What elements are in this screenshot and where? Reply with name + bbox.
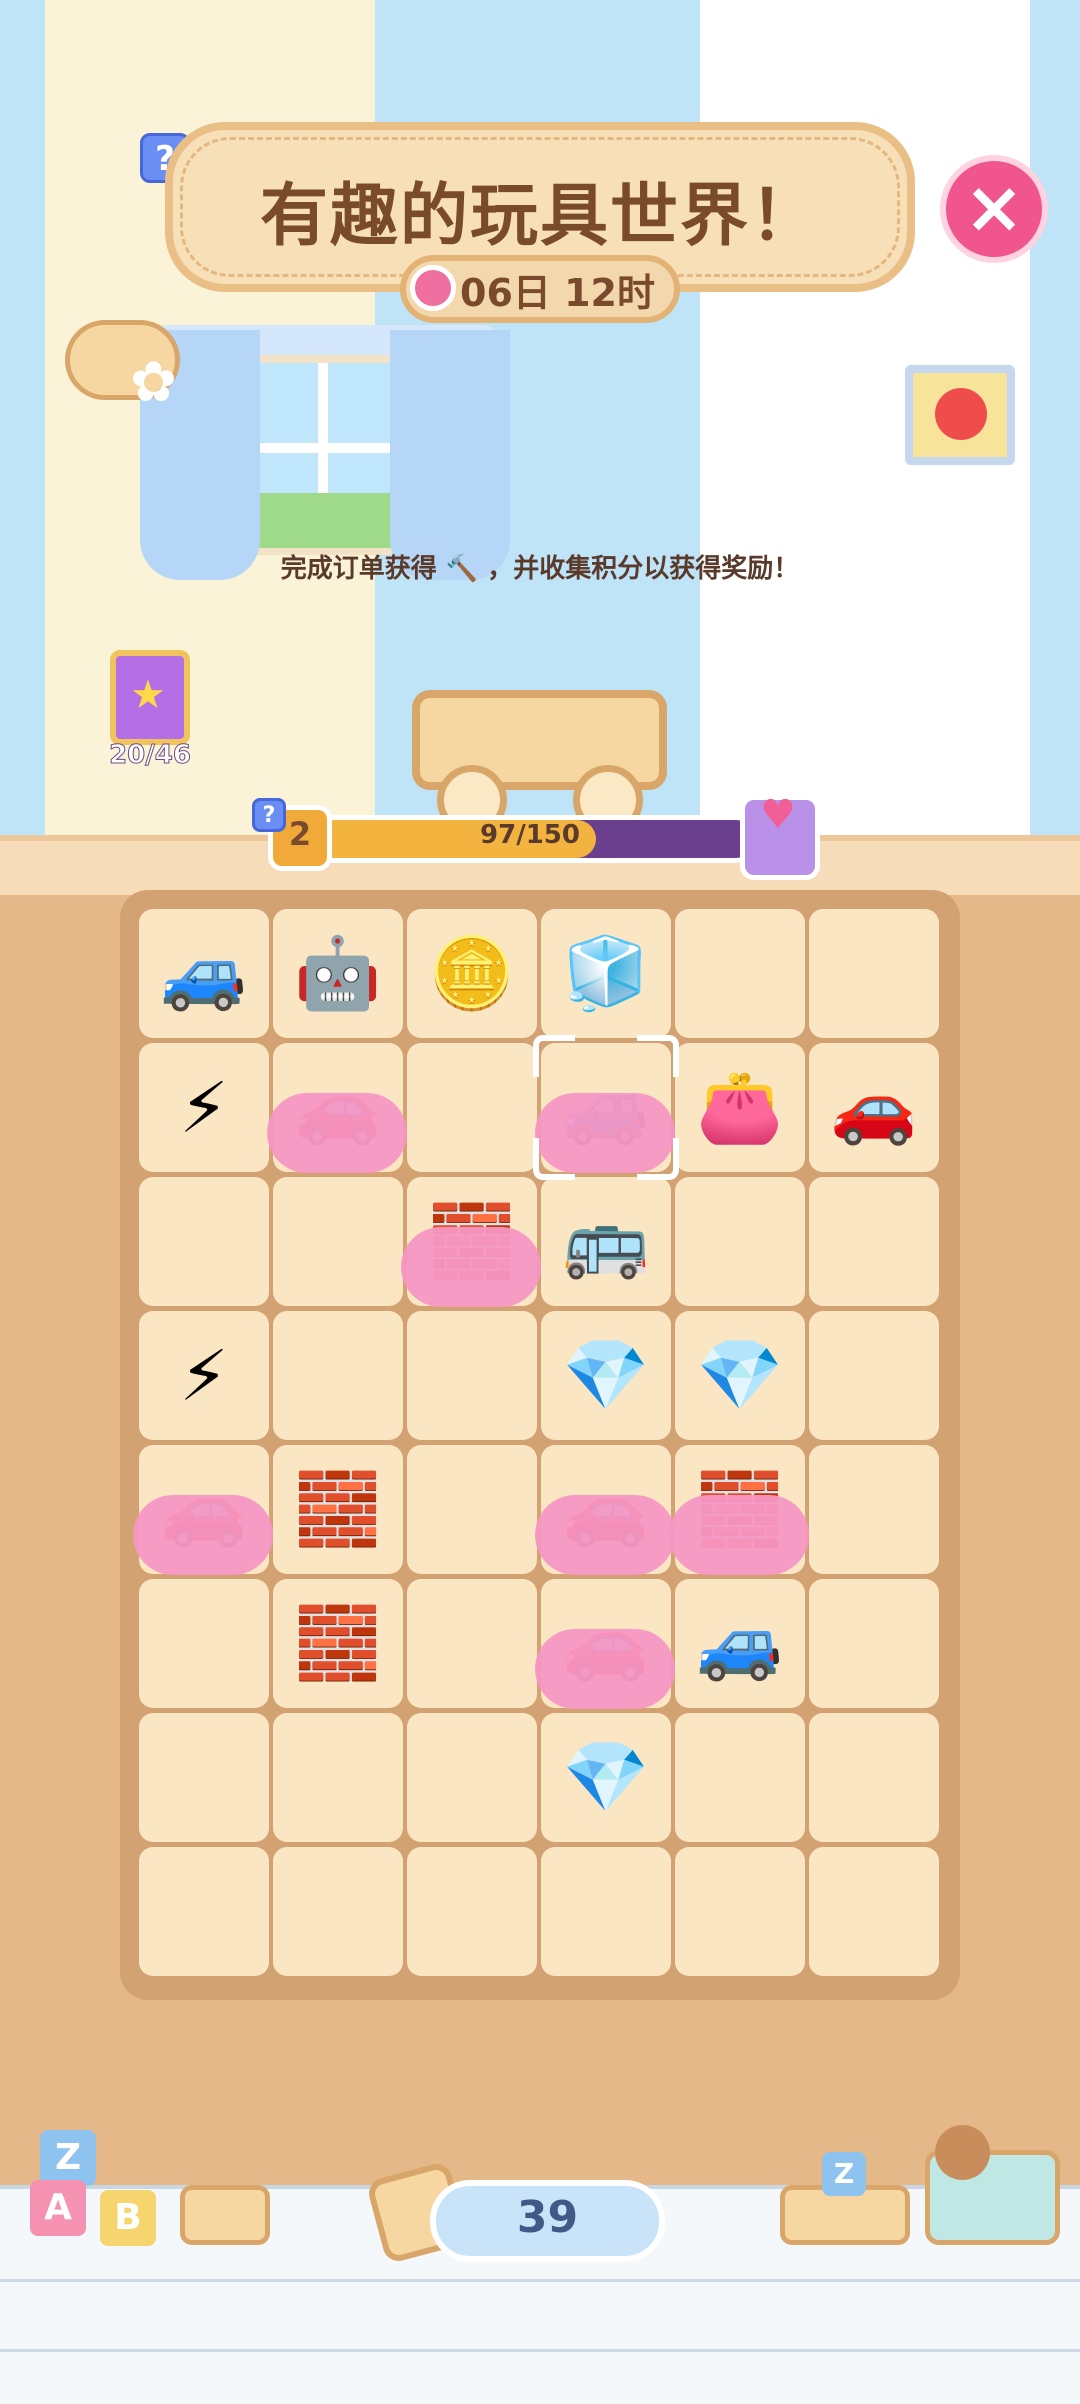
purple-bow-purse[interactable]: 👛 bbox=[675, 1043, 805, 1172]
flower-icon: ✿ bbox=[130, 350, 177, 415]
lightning-energy[interactable]: ⚡ bbox=[139, 1043, 269, 1172]
blue-toy-car-icon: 🚙 bbox=[160, 932, 248, 1014]
event-title: 有趣的玩具世界！ bbox=[259, 177, 820, 256]
board-cell[interactable] bbox=[809, 1311, 939, 1440]
building-blocks[interactable]: 🧱 bbox=[273, 1445, 403, 1574]
robot-toy-icon: 🤖 bbox=[294, 932, 382, 1014]
floor-line bbox=[0, 2349, 1080, 2352]
board-cell[interactable] bbox=[809, 1579, 939, 1708]
green-toy-bus-icon: 🚌 bbox=[562, 1200, 650, 1282]
pink-gems-icon: 💎 bbox=[562, 1334, 650, 1416]
pink-cloud-cover bbox=[267, 1093, 407, 1173]
purple-bow-purse-icon: 👛 bbox=[696, 1066, 784, 1148]
board-cell[interactable] bbox=[809, 909, 939, 1038]
covered-red-blocks[interactable]: 🧱 bbox=[669, 1445, 809, 1575]
green-toy-car-icon: 🚗 bbox=[830, 1066, 918, 1148]
pink-cloud-cover bbox=[535, 1629, 675, 1709]
toy-block-b: B bbox=[100, 2190, 156, 2246]
blue-toy-car[interactable]: 🚙 bbox=[139, 909, 269, 1038]
board-cell[interactable] bbox=[675, 1713, 805, 1842]
covered-blue-car[interactable]: 🚙 bbox=[533, 1035, 679, 1180]
board-cell[interactable] bbox=[407, 1311, 537, 1440]
curtain-right bbox=[390, 330, 510, 580]
board-cell[interactable] bbox=[809, 1713, 939, 1842]
lightning-energy-icon: ⚡ bbox=[179, 1066, 229, 1149]
shape-sorter-cube-icon: 🧊 bbox=[562, 932, 650, 1014]
selection-corner bbox=[637, 1035, 679, 1077]
covered-green-car[interactable]: 🚗 bbox=[535, 1445, 675, 1575]
robot-toy[interactable]: 🤖 bbox=[273, 909, 403, 1038]
pink-gem[interactable]: 💎 bbox=[541, 1713, 671, 1842]
board-cell[interactable] bbox=[139, 1847, 269, 1976]
pink-cloud-cover bbox=[133, 1495, 273, 1575]
shape-sorter-cube[interactable]: 🧊 bbox=[541, 909, 671, 1038]
board-cell[interactable] bbox=[675, 1847, 805, 1976]
pink-gem-icon: 💎 bbox=[562, 1736, 650, 1818]
teal-toy-car-icon: 🚙 bbox=[696, 1602, 784, 1684]
pink-gems[interactable]: 💎 bbox=[675, 1311, 805, 1440]
toy-train bbox=[180, 2185, 270, 2245]
merge-board: 🚙🤖🪙🧊⚡🚗🚙👛🚗🧱🚌⚡💎💎🚗🧱🚗🧱🧱🚗🚙💎 bbox=[120, 890, 960, 2000]
close-button[interactable]: × bbox=[940, 155, 1048, 263]
selection-corner bbox=[533, 1035, 575, 1077]
pink-gems[interactable]: 💎 bbox=[541, 1311, 671, 1440]
clock-icon bbox=[410, 265, 456, 311]
selection-corner bbox=[533, 1138, 575, 1180]
star-icon: ★ bbox=[130, 672, 166, 718]
toy-block-z: Z bbox=[40, 2130, 96, 2186]
pink-cloud-cover bbox=[535, 1495, 675, 1575]
album-count: 20/46 bbox=[109, 740, 192, 771]
board-cell[interactable] bbox=[407, 1043, 537, 1172]
truck-block-z: Z bbox=[822, 2152, 866, 2196]
hammer-count: 39 bbox=[516, 2192, 579, 2243]
building-blocks-icon: 🧱 bbox=[294, 1468, 382, 1550]
board-cell[interactable] bbox=[407, 1445, 537, 1574]
board-cell[interactable] bbox=[407, 1847, 537, 1976]
board-cell[interactable] bbox=[139, 1579, 269, 1708]
board-cell[interactable] bbox=[407, 1579, 537, 1708]
floor-line bbox=[0, 2279, 1080, 2282]
board-cell[interactable] bbox=[273, 1177, 403, 1306]
covered-green-car[interactable]: 🚗 bbox=[133, 1445, 273, 1575]
teddy-bear-icon bbox=[935, 2125, 990, 2180]
pink-cloud-cover bbox=[669, 1495, 809, 1575]
board-cell[interactable] bbox=[541, 1847, 671, 1976]
lightning-bundle[interactable]: ⚡ bbox=[139, 1311, 269, 1440]
board-cell[interactable] bbox=[407, 1713, 537, 1842]
timer-text: 06日 12时 bbox=[460, 271, 655, 315]
board-cell[interactable] bbox=[273, 1847, 403, 1976]
board-cell[interactable] bbox=[809, 1177, 939, 1306]
board-cell[interactable] bbox=[139, 1177, 269, 1306]
purple-coins-icon: 🪙 bbox=[428, 932, 516, 1014]
covered-green-car[interactable]: 🚗 bbox=[535, 1579, 675, 1709]
board-cell[interactable] bbox=[139, 1713, 269, 1842]
pink-cloud-cover bbox=[401, 1227, 541, 1307]
purple-block-stack-icon: 🧱 bbox=[294, 1602, 382, 1684]
apple-icon bbox=[935, 388, 987, 440]
green-toy-car[interactable]: 🚗 bbox=[809, 1043, 939, 1172]
board-cell[interactable] bbox=[809, 1445, 939, 1574]
progress-text: 97/150 bbox=[480, 820, 580, 850]
toy-block-a: A bbox=[30, 2180, 86, 2236]
board-cell[interactable] bbox=[675, 909, 805, 1038]
heart-bow-icon: ♥ bbox=[760, 792, 796, 838]
event-subtitle: 完成订单获得 🔨 ，并收集积分以获得奖励！ bbox=[280, 554, 800, 584]
green-toy-bus[interactable]: 🚌 bbox=[541, 1177, 671, 1306]
selection-corner bbox=[637, 1138, 679, 1180]
covered-blue-blocks[interactable]: 🧱 bbox=[401, 1177, 541, 1307]
board-cell[interactable] bbox=[273, 1713, 403, 1842]
purple-coins[interactable]: 🪙 bbox=[407, 909, 537, 1038]
board-cell[interactable] bbox=[273, 1311, 403, 1440]
pink-gems-icon: 💎 bbox=[696, 1334, 784, 1416]
board-cell[interactable] bbox=[675, 1177, 805, 1306]
progress-help-button[interactable]: ? bbox=[252, 798, 286, 832]
teal-toy-car[interactable]: 🚙 bbox=[675, 1579, 805, 1708]
board-cell[interactable] bbox=[809, 1847, 939, 1976]
purple-block-stack[interactable]: 🧱 bbox=[273, 1579, 403, 1708]
covered-green-car[interactable]: 🚗 bbox=[267, 1043, 407, 1173]
lightning-bundle-icon: ⚡ bbox=[179, 1334, 229, 1417]
